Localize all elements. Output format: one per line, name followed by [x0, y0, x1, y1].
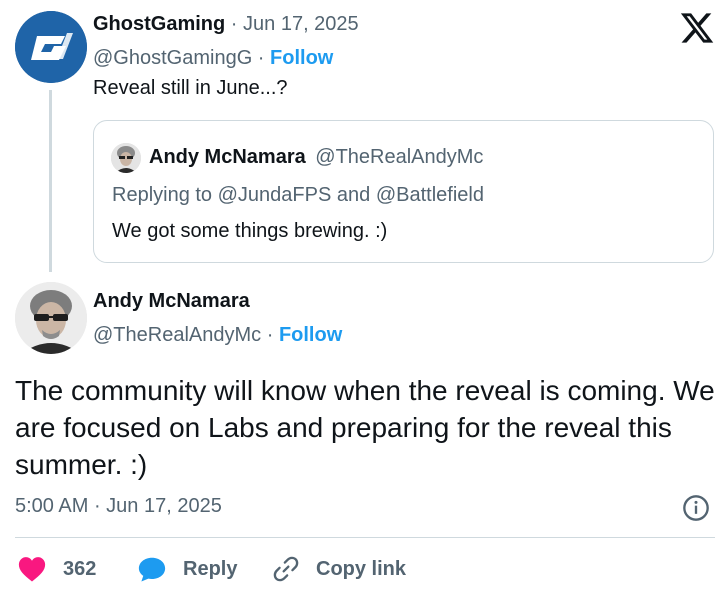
main-tweet-text: The community will know when the reveal … [15, 375, 715, 480]
parent-date[interactable]: Jun 17, 2025 [243, 13, 359, 35]
heart-icon [18, 557, 46, 582]
quoted-replying-to: Replying to @JundaFPS and @Battlefield [112, 184, 484, 206]
actions-divider [15, 537, 715, 538]
andy-avatar-icon [111, 143, 141, 173]
x-logo-icon[interactable] [679, 10, 715, 46]
parent-handle[interactable]: @GhostGamingG [93, 47, 252, 69]
link-icon [273, 556, 299, 582]
ghostgaming-logo-icon [15, 11, 87, 83]
info-icon[interactable] [682, 494, 710, 522]
tweet-timestamp[interactable]: 5:00 AM · Jun 17, 2025 [15, 495, 222, 518]
reply-bubble-icon [138, 557, 166, 582]
reply-mention-junda[interactable]: @JundaFPS [218, 184, 332, 206]
main-author-avatar[interactable] [15, 282, 87, 354]
tweet-time: 5:00 AM [15, 495, 89, 517]
copy-link-button[interactable]: Copy link [272, 553, 406, 585]
copy-link-label: Copy link [316, 557, 407, 580]
tweet-date: Jun 17, 2025 [106, 495, 222, 517]
reply-label: Reply [183, 557, 238, 580]
quoted-tweet-text: We got some things brewing. :) [112, 220, 388, 242]
main-handle-row: @TheRealAndyMc · Follow [93, 324, 343, 346]
like-button[interactable]: 362 [17, 553, 96, 585]
parent-follow-button[interactable]: Follow [270, 47, 333, 69]
quoted-author-avatar [111, 143, 141, 173]
main-author-handle[interactable]: @TheRealAndyMc [93, 324, 261, 346]
ghostgaming-avatar[interactable] [15, 11, 87, 83]
quoted-header: Andy McNamara @TheRealAndyMc [149, 146, 483, 169]
reply-mention-battlefield[interactable]: @Battlefield [376, 184, 484, 206]
main-follow-button[interactable]: Follow [279, 324, 342, 346]
quoted-author-name[interactable]: Andy McNamara [149, 146, 306, 168]
main-author-name[interactable]: Andy McNamara [93, 290, 250, 313]
quoted-tweet-card[interactable]: Andy McNamara @TheRealAndyMc Replying to… [93, 120, 714, 263]
parent-handle-row: @GhostGamingG · Follow [93, 47, 334, 69]
quoted-author-handle[interactable]: @TheRealAndyMc [315, 146, 483, 168]
reply-button[interactable]: Reply [137, 553, 237, 585]
thread-line [49, 90, 52, 272]
parent-header: GhostGaming · Jun 17, 2025 [93, 13, 359, 35]
parent-tweet-text: Reveal still in June...? [93, 77, 288, 99]
andy-portrait-icon [15, 282, 87, 354]
like-count: 362 [63, 557, 97, 580]
parent-author-name[interactable]: GhostGaming [93, 13, 225, 35]
